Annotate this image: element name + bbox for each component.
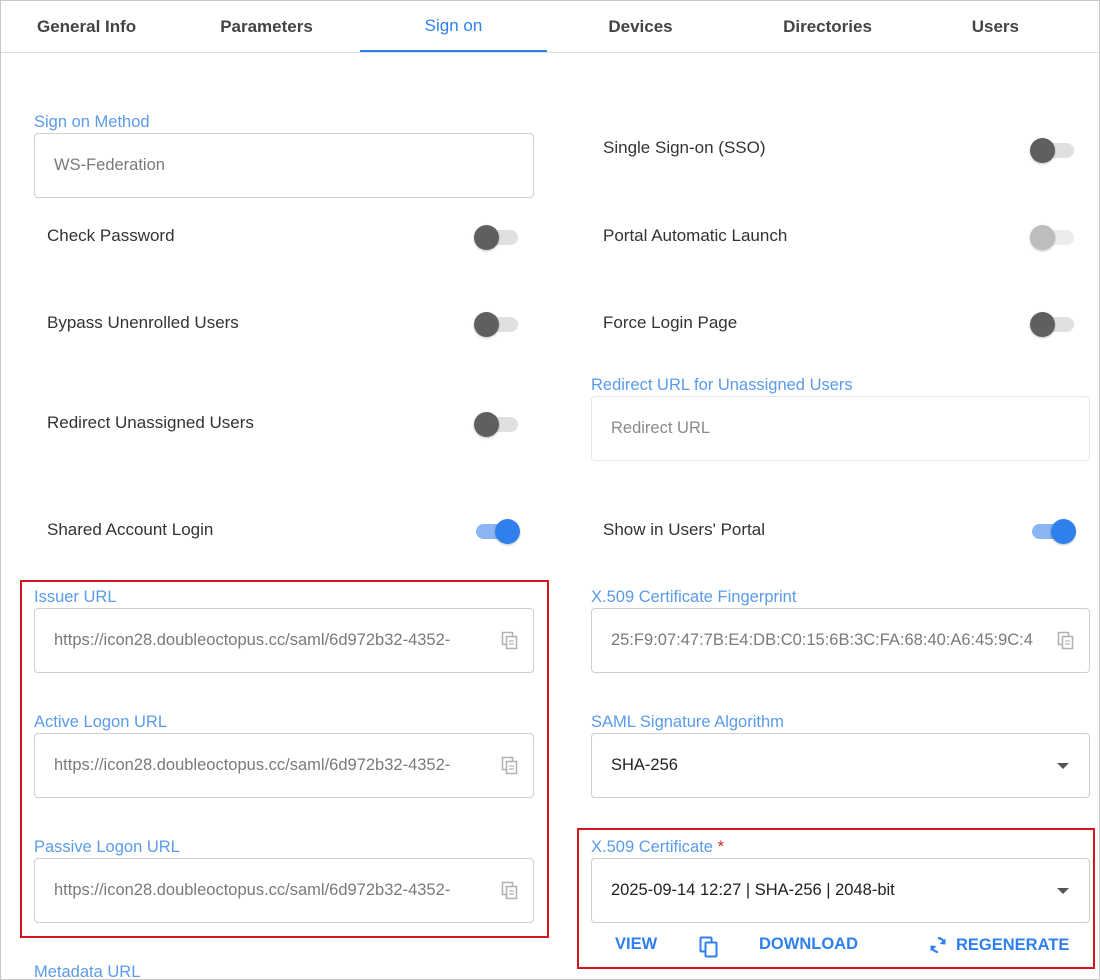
- bypass-unenrolled-toggle[interactable]: [474, 311, 520, 337]
- passive-logon-url-field[interactable]: https://icon28.doubleoctopus.cc/saml/6d9…: [34, 858, 534, 923]
- certificate-actions: VIEW DOWNLOAD REGENERATE: [591, 931, 1081, 963]
- certificate-label: X.509 Certificate *: [591, 838, 724, 857]
- sso-toggle[interactable]: [1030, 137, 1076, 163]
- active-logon-url-value: https://icon28.doubleoctopus.cc/saml/6d9…: [54, 756, 451, 774]
- check-password-label: Check Password: [47, 226, 175, 245]
- copy-icon[interactable]: [501, 756, 519, 776]
- passive-logon-url-label: Passive Logon URL: [34, 838, 180, 856]
- portal-auto-launch-label: Portal Automatic Launch: [603, 226, 788, 245]
- fingerprint-field[interactable]: 25:F9:07:47:7B:E4:DB:C0:15:6B:3C:FA:68:4…: [591, 608, 1090, 673]
- tab-parameters[interactable]: Parameters: [173, 1, 360, 52]
- tab-users[interactable]: Users: [921, 1, 1071, 52]
- certificate-label-text: X.509 Certificate: [591, 838, 713, 856]
- required-mark: *: [717, 838, 724, 856]
- force-login-toggle[interactable]: [1030, 311, 1076, 337]
- signature-algorithm-select[interactable]: SHA-256: [591, 733, 1090, 798]
- download-button[interactable]: DOWNLOAD: [759, 935, 858, 954]
- redirect-url-input[interactable]: [611, 419, 1075, 438]
- copy-icon[interactable]: [501, 881, 519, 901]
- regenerate-label: REGENERATE: [956, 935, 1070, 954]
- redirect-unassigned-label: Redirect Unassigned Users: [47, 413, 254, 432]
- view-button[interactable]: VIEW: [615, 935, 657, 954]
- certificate-value: 2025-09-14 12:27 | SHA-256 | 2048-bit: [611, 881, 895, 899]
- show-in-portal-label: Show in Users' Portal: [603, 520, 765, 539]
- copy-icon[interactable]: [1057, 631, 1075, 651]
- bypass-unenrolled-label: Bypass Unenrolled Users: [47, 313, 239, 332]
- regenerate-button[interactable]: REGENERATE: [928, 935, 1069, 955]
- metadata-url-label: Metadata URL: [34, 963, 141, 980]
- issuer-url-label: Issuer URL: [34, 588, 117, 606]
- signature-algorithm-label: SAML Signature Algorithm: [591, 713, 784, 731]
- fingerprint-label: X.509 Certificate Fingerprint: [591, 588, 797, 606]
- sign-on-method-field[interactable]: WS-Federation: [34, 133, 534, 198]
- sign-on-method-label: Sign on Method: [34, 113, 150, 131]
- show-in-portal-toggle[interactable]: [1030, 518, 1076, 544]
- active-logon-url-label: Active Logon URL: [34, 713, 167, 731]
- issuer-url-field[interactable]: https://icon28.doubleoctopus.cc/saml/6d9…: [34, 608, 534, 673]
- tab-directories[interactable]: Directories: [734, 1, 921, 52]
- tab-bar: General Info Parameters Sign on Devices …: [1, 1, 1099, 53]
- shared-account-toggle[interactable]: [474, 518, 520, 544]
- force-login-label: Force Login Page: [603, 313, 738, 332]
- signature-algorithm-value: SHA-256: [611, 756, 678, 774]
- copy-icon[interactable]: [501, 631, 519, 651]
- redirect-unassigned-toggle[interactable]: [474, 411, 520, 437]
- fingerprint-value: 25:F9:07:47:7B:E4:DB:C0:15:6B:3C:FA:68:4…: [611, 631, 1033, 649]
- redirect-url-field[interactable]: [591, 396, 1090, 461]
- tab-sign-on[interactable]: Sign on: [360, 1, 547, 52]
- passive-logon-url-value: https://icon28.doubleoctopus.cc/saml/6d9…: [54, 881, 451, 899]
- chevron-down-icon[interactable]: [1057, 887, 1069, 894]
- check-password-toggle[interactable]: [474, 224, 520, 250]
- portal-auto-launch-toggle[interactable]: [1030, 224, 1076, 250]
- certificate-select[interactable]: 2025-09-14 12:27 | SHA-256 | 2048-bit: [591, 858, 1090, 923]
- sso-label: Single Sign-on (SSO): [603, 138, 766, 157]
- refresh-icon: [930, 936, 946, 954]
- tab-general-info[interactable]: General Info: [1, 1, 173, 52]
- duplicate-icon[interactable]: [699, 936, 719, 958]
- issuer-url-value: https://icon28.doubleoctopus.cc/saml/6d9…: [54, 631, 451, 649]
- active-logon-url-field[interactable]: https://icon28.doubleoctopus.cc/saml/6d9…: [34, 733, 534, 798]
- chevron-down-icon[interactable]: [1057, 762, 1069, 769]
- sign-on-method-value: WS-Federation: [54, 156, 165, 174]
- tab-devices[interactable]: Devices: [547, 1, 734, 52]
- redirect-url-label: Redirect URL for Unassigned Users: [591, 376, 853, 394]
- shared-account-label: Shared Account Login: [47, 520, 214, 539]
